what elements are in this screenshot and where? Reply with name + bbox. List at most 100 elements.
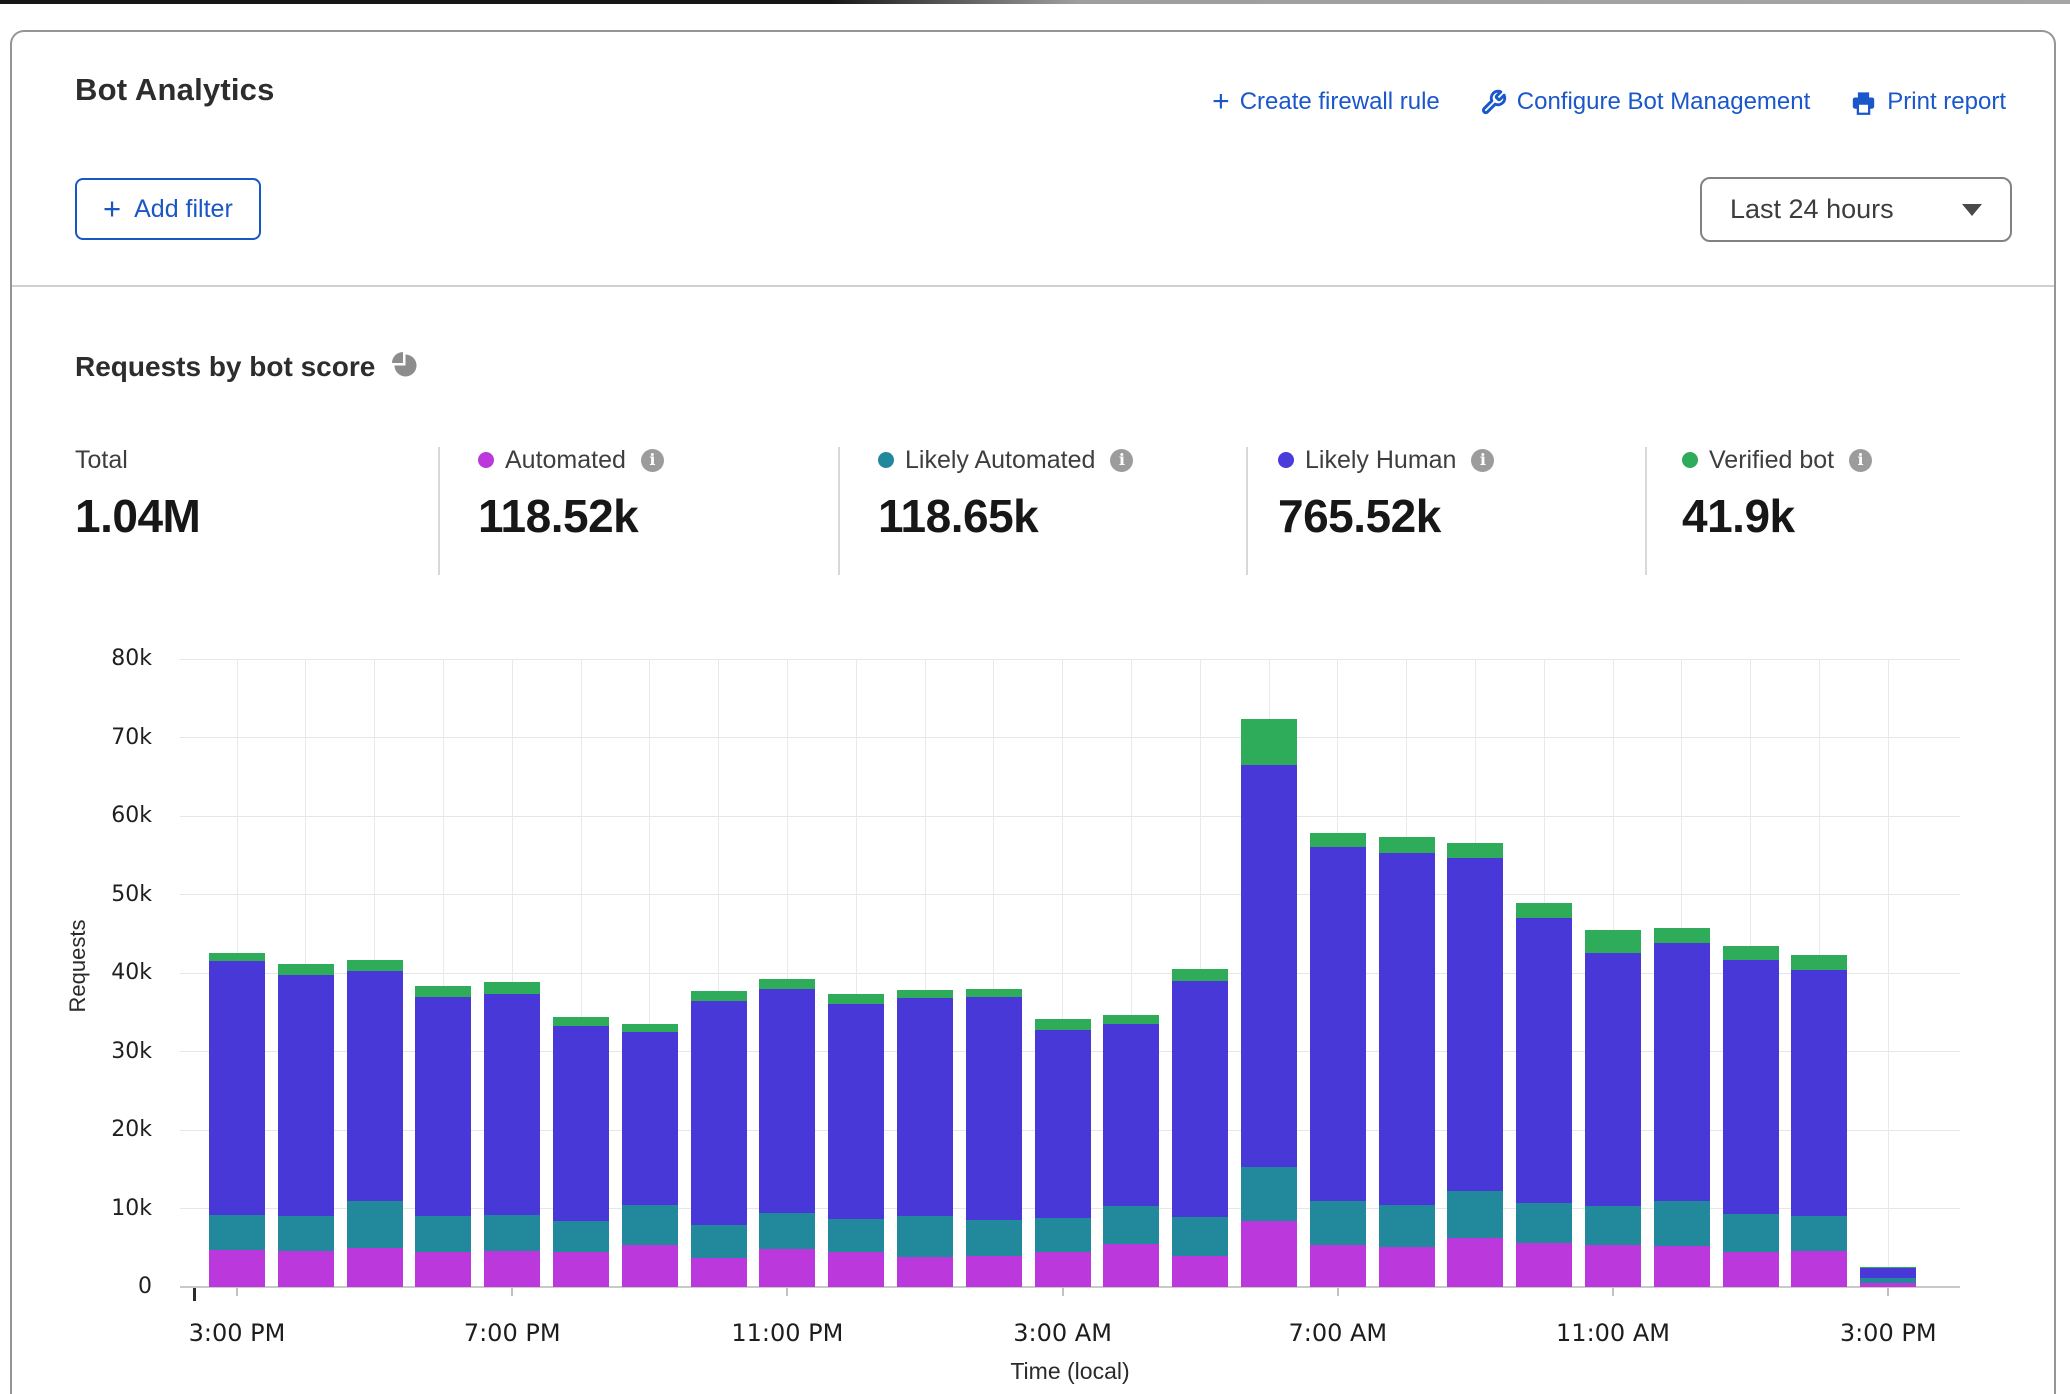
bar-segment-likely-human[interactable] bbox=[1723, 960, 1779, 1214]
bar-segment-likely-automated[interactable] bbox=[691, 1225, 747, 1258]
bar-segment-likely-human[interactable] bbox=[622, 1032, 678, 1205]
bar-segment-likely-automated[interactable] bbox=[897, 1216, 953, 1257]
bar-segment-verified-bot[interactable] bbox=[759, 979, 815, 988]
stacked-bar[interactable] bbox=[1723, 946, 1779, 1287]
bar-segment-likely-automated[interactable] bbox=[1791, 1216, 1847, 1251]
bar-segment-verified-bot[interactable] bbox=[1447, 843, 1503, 858]
bar-segment-verified-bot[interactable] bbox=[966, 989, 1022, 997]
bar-segment-verified-bot[interactable] bbox=[1379, 837, 1435, 853]
stacked-bar[interactable] bbox=[1791, 955, 1847, 1287]
bar-segment-verified-bot[interactable] bbox=[553, 1017, 609, 1026]
bar-segment-automated[interactable] bbox=[1172, 1256, 1228, 1287]
bar-segment-likely-automated[interactable] bbox=[1516, 1203, 1572, 1243]
bar-segment-likely-human[interactable] bbox=[966, 997, 1022, 1220]
bar-segment-automated[interactable] bbox=[622, 1245, 678, 1287]
bar-segment-automated[interactable] bbox=[1241, 1221, 1297, 1287]
bar-segment-likely-human[interactable] bbox=[347, 971, 403, 1201]
bar-segment-likely-human[interactable] bbox=[1172, 981, 1228, 1217]
info-icon[interactable]: i bbox=[1110, 449, 1133, 472]
bar-segment-verified-bot[interactable] bbox=[622, 1024, 678, 1032]
stacked-bar[interactable] bbox=[1654, 928, 1710, 1287]
bar-segment-automated[interactable] bbox=[1585, 1245, 1641, 1287]
bar-segment-automated[interactable] bbox=[1103, 1244, 1159, 1287]
stacked-bar[interactable] bbox=[897, 990, 953, 1288]
stacked-bar[interactable] bbox=[1035, 1019, 1091, 1287]
bar-segment-verified-bot[interactable] bbox=[1654, 928, 1710, 943]
bar-segment-verified-bot[interactable] bbox=[415, 986, 471, 998]
bar-segment-likely-automated[interactable] bbox=[1103, 1206, 1159, 1244]
bar-segment-likely-automated[interactable] bbox=[1310, 1201, 1366, 1245]
bar-segment-likely-automated[interactable] bbox=[759, 1213, 815, 1249]
bar-segment-verified-bot[interactable] bbox=[828, 994, 884, 1004]
stacked-bar[interactable] bbox=[1310, 833, 1366, 1287]
bar-segment-likely-automated[interactable] bbox=[484, 1215, 540, 1251]
bar-segment-likely-automated[interactable] bbox=[415, 1216, 471, 1252]
bar-segment-likely-human[interactable] bbox=[759, 989, 815, 1214]
bar-segment-likely-human[interactable] bbox=[278, 975, 334, 1215]
bar-segment-verified-bot[interactable] bbox=[691, 991, 747, 1001]
bar-segment-automated[interactable] bbox=[347, 1248, 403, 1287]
bar-segment-likely-human[interactable] bbox=[1103, 1024, 1159, 1206]
stacked-bar[interactable] bbox=[347, 960, 403, 1287]
bar-segment-likely-automated[interactable] bbox=[1172, 1217, 1228, 1256]
bar-segment-likely-automated[interactable] bbox=[1654, 1201, 1710, 1247]
stacked-bar[interactable] bbox=[209, 953, 265, 1287]
bar-segment-automated[interactable] bbox=[1310, 1245, 1366, 1287]
bar-segment-automated[interactable] bbox=[553, 1252, 609, 1287]
add-filter-button[interactable]: + Add filter bbox=[75, 178, 261, 240]
bar-segment-likely-automated[interactable] bbox=[966, 1220, 1022, 1257]
stacked-bar[interactable] bbox=[622, 1024, 678, 1287]
bar-segment-likely-human[interactable] bbox=[691, 1001, 747, 1225]
bar-segment-likely-automated[interactable] bbox=[278, 1216, 334, 1251]
bar-segment-verified-bot[interactable] bbox=[1172, 969, 1228, 981]
bar-segment-likely-human[interactable] bbox=[1035, 1030, 1091, 1218]
bar-segment-likely-human[interactable] bbox=[1241, 765, 1297, 1167]
bar-segment-verified-bot[interactable] bbox=[897, 990, 953, 999]
stacked-bar[interactable] bbox=[484, 982, 540, 1287]
bar-segment-automated[interactable] bbox=[484, 1251, 540, 1287]
stacked-bar[interactable] bbox=[1516, 903, 1572, 1287]
bar-segment-likely-automated[interactable] bbox=[828, 1219, 884, 1253]
bar-segment-likely-automated[interactable] bbox=[1035, 1218, 1091, 1253]
bar-segment-likely-automated[interactable] bbox=[347, 1201, 403, 1247]
create-firewall-rule-link[interactable]: + Create firewall rule bbox=[1212, 88, 1440, 116]
stacked-bar[interactable] bbox=[691, 991, 747, 1287]
bar-segment-verified-bot[interactable] bbox=[347, 960, 403, 972]
stacked-bar[interactable] bbox=[1447, 843, 1503, 1287]
bar-segment-automated[interactable] bbox=[759, 1249, 815, 1287]
time-range-select[interactable]: Last 24 hours bbox=[1700, 177, 2012, 242]
info-icon[interactable]: i bbox=[1471, 449, 1494, 472]
bar-segment-likely-automated[interactable] bbox=[553, 1221, 609, 1252]
bar-segment-automated[interactable] bbox=[1516, 1243, 1572, 1287]
bar-segment-likely-human[interactable] bbox=[828, 1004, 884, 1218]
bar-segment-automated[interactable] bbox=[415, 1252, 471, 1287]
bar-segment-likely-automated[interactable] bbox=[1447, 1191, 1503, 1237]
bar-segment-likely-human[interactable] bbox=[897, 998, 953, 1216]
bar-segment-likely-automated[interactable] bbox=[209, 1215, 265, 1250]
bar-segment-automated[interactable] bbox=[828, 1252, 884, 1287]
bar-segment-likely-human[interactable] bbox=[1310, 847, 1366, 1201]
bar-segment-likely-human[interactable] bbox=[209, 961, 265, 1215]
bar-segment-verified-bot[interactable] bbox=[1860, 1267, 1916, 1268]
bar-segment-automated[interactable] bbox=[1035, 1252, 1091, 1287]
bar-segment-likely-human[interactable] bbox=[1654, 943, 1710, 1200]
bar-segment-likely-human[interactable] bbox=[1791, 970, 1847, 1216]
bar-segment-automated[interactable] bbox=[1379, 1247, 1435, 1287]
bar-segment-automated[interactable] bbox=[1447, 1238, 1503, 1287]
info-icon[interactable]: i bbox=[641, 449, 664, 472]
bar-segment-likely-automated[interactable] bbox=[1241, 1167, 1297, 1221]
bar-segment-likely-human[interactable] bbox=[1516, 918, 1572, 1203]
bar-segment-verified-bot[interactable] bbox=[1241, 719, 1297, 765]
bar-segment-automated[interactable] bbox=[1654, 1246, 1710, 1287]
stacked-bar[interactable] bbox=[415, 986, 471, 1287]
stacked-bar[interactable] bbox=[278, 964, 334, 1287]
bar-segment-verified-bot[interactable] bbox=[484, 982, 540, 994]
bar-segment-automated[interactable] bbox=[1791, 1251, 1847, 1287]
bar-segment-verified-bot[interactable] bbox=[1035, 1019, 1091, 1029]
stacked-bar[interactable] bbox=[1241, 719, 1297, 1287]
info-icon[interactable]: i bbox=[1849, 449, 1872, 472]
bar-segment-likely-human[interactable] bbox=[553, 1026, 609, 1221]
stacked-bar[interactable] bbox=[1860, 1267, 1916, 1287]
bar-segment-likely-automated[interactable] bbox=[1860, 1278, 1916, 1283]
bar-segment-automated[interactable] bbox=[966, 1256, 1022, 1287]
